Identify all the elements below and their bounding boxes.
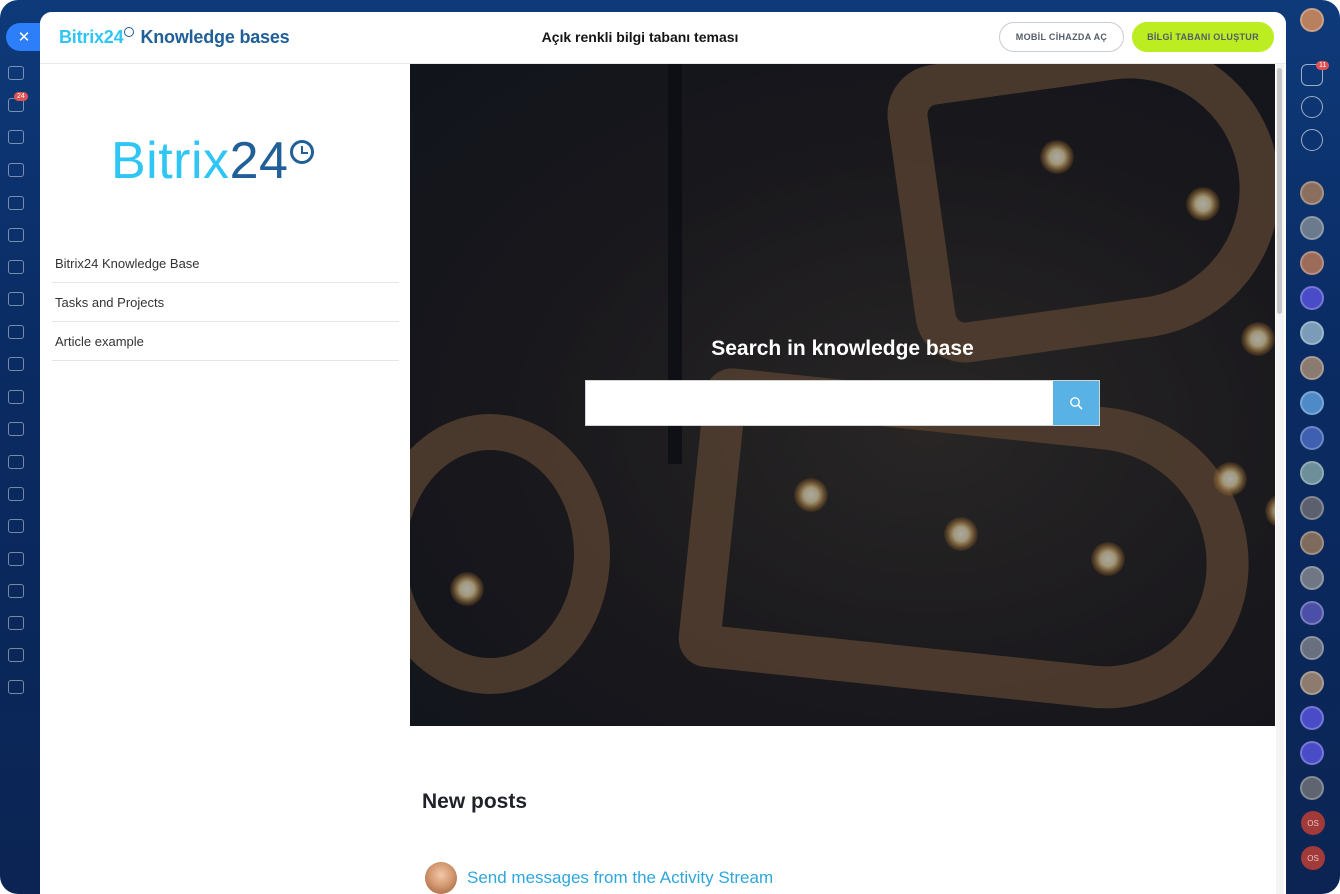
- contact-avatar[interactable]: [1300, 531, 1324, 555]
- sites-icon[interactable]: [8, 325, 24, 339]
- contact-avatar[interactable]: [1300, 251, 1324, 275]
- app-frame: ✕ 24 11 OS OS Bitrix24 Knowledge bases A…: [0, 0, 1340, 894]
- initials-avatar[interactable]: OS: [1301, 846, 1325, 870]
- contact-avatar[interactable]: [1300, 356, 1324, 380]
- market-icon[interactable]: [8, 680, 24, 694]
- marketing-icon[interactable]: [8, 455, 24, 469]
- create-knowledge-base-button[interactable]: BİLGİ TABANI OLUŞTUR: [1132, 22, 1274, 52]
- search-button[interactable]: [1053, 381, 1099, 425]
- logo-number: 24: [229, 132, 289, 190]
- group-chat-avatar[interactable]: [1300, 286, 1324, 310]
- drive-icon[interactable]: [8, 292, 24, 306]
- kb-sidebar: Bitrix24 Bitrix24 Knowledge Base Tasks a…: [40, 65, 410, 894]
- crm-icon[interactable]: [8, 228, 24, 242]
- notifications-badge: 11: [1316, 61, 1330, 70]
- knowledge-base-slider: Bitrix24 Knowledge bases Açık renkli bilg…: [40, 12, 1286, 894]
- post-item[interactable]: Send messages from the Activity Stream: [425, 862, 773, 894]
- initials-avatar[interactable]: OS: [1301, 811, 1325, 835]
- contact-avatar[interactable]: [1300, 426, 1324, 450]
- analytics-icon[interactable]: [8, 616, 24, 630]
- slider-header: Bitrix24 Knowledge bases Açık renkli bilg…: [40, 12, 1286, 64]
- contacts-icon[interactable]: [8, 422, 24, 436]
- cart-icon[interactable]: [8, 584, 24, 598]
- close-slider-button[interactable]: ✕: [6, 23, 42, 51]
- group-chat-avatar[interactable]: [1300, 741, 1324, 765]
- new-posts-heading: New posts: [422, 790, 528, 813]
- nav-item-tasks-projects[interactable]: Tasks and Projects: [52, 283, 399, 322]
- kb-navigation: Bitrix24 Knowledge Base Tasks and Projec…: [52, 244, 399, 361]
- search-icon: [1070, 397, 1083, 410]
- calendar-icon[interactable]: [8, 260, 24, 274]
- home-icon[interactable]: [8, 66, 24, 80]
- contact-avatar[interactable]: [1300, 566, 1324, 590]
- apps-icon[interactable]: [8, 648, 24, 662]
- contact-avatar[interactable]: [1300, 216, 1324, 240]
- right-navigation-rail: 11 OS OS: [1286, 0, 1340, 894]
- open-on-mobile-button[interactable]: MOBİL CİHAZDA AÇ: [999, 22, 1124, 52]
- booking-icon[interactable]: [8, 487, 24, 501]
- copilot-icon[interactable]: [1301, 96, 1323, 118]
- contact-avatar[interactable]: [1300, 391, 1324, 415]
- nav-item-knowledge-base[interactable]: Bitrix24 Knowledge Base: [52, 244, 399, 283]
- contact-avatar[interactable]: [1300, 461, 1324, 485]
- contact-avatar[interactable]: [1300, 181, 1324, 205]
- contact-avatar[interactable]: [1300, 671, 1324, 695]
- clock-icon: [290, 140, 315, 164]
- contact-avatar[interactable]: [1300, 321, 1324, 345]
- left-navigation-rail: ✕ 24: [0, 0, 42, 894]
- site-logo[interactable]: Bitrix24: [111, 131, 315, 191]
- post-title-link[interactable]: Send messages from the Activity Stream: [467, 868, 773, 888]
- contact-avatar[interactable]: [1300, 776, 1324, 800]
- store-icon[interactable]: [8, 357, 24, 371]
- chat-icon[interactable]: [8, 163, 24, 177]
- contact-avatar[interactable]: [1300, 496, 1324, 520]
- contact-avatar[interactable]: [1300, 601, 1324, 625]
- nav-item-article-example[interactable]: Article example: [52, 322, 399, 361]
- feed-icon[interactable]: [8, 130, 24, 144]
- search-box: [585, 380, 1100, 426]
- contact-avatar[interactable]: [1300, 636, 1324, 660]
- logo-brand-text: Bitrix: [111, 132, 230, 190]
- automation-icon[interactable]: [8, 552, 24, 566]
- group-chat-avatar[interactable]: [1300, 706, 1324, 730]
- hero-banner: Search in knowledge base: [410, 64, 1275, 726]
- author-avatar: [425, 862, 457, 894]
- inventory-icon[interactable]: [8, 519, 24, 533]
- tasks-badge: 24: [14, 92, 28, 101]
- chat-bubble-icon[interactable]: [1301, 129, 1323, 151]
- search-input[interactable]: [586, 381, 1053, 425]
- search-heading: Search in knowledge base: [711, 337, 974, 360]
- documents-icon[interactable]: [8, 196, 24, 210]
- scrollbar-thumb[interactable]: [1277, 68, 1282, 314]
- user-avatar[interactable]: [1300, 8, 1324, 32]
- mail-icon[interactable]: [8, 390, 24, 404]
